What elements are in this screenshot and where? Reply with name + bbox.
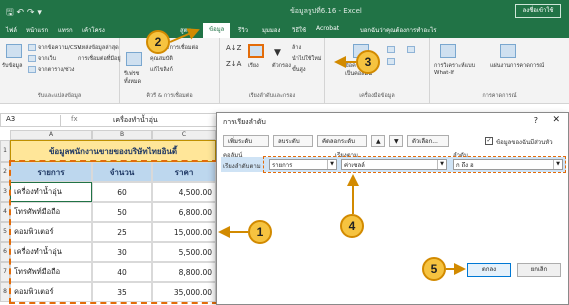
- window-title: ข้อมูลรูปที่6.16 - Excel: [290, 7, 362, 15]
- callout-3: 3: [356, 50, 380, 74]
- move-down-button[interactable]: ▼: [389, 135, 403, 147]
- ribbon-tabs: ไฟล์ หน้าแรก แทรก เค้าโครง สูตร ข้อมูล ร…: [0, 22, 569, 38]
- what-if-button[interactable]: การวิเคราะห์แบบ: [434, 62, 475, 70]
- options-button[interactable]: ตัวเลือก...: [407, 135, 449, 147]
- tab-view[interactable]: มุมมอง: [262, 25, 280, 35]
- get-data-button[interactable]: รับข้อมูล: [2, 62, 23, 70]
- from-text-csv-button[interactable]: จากข้อความ/CSV: [28, 44, 81, 52]
- sign-in-button[interactable]: ลงชื่อเข้าใช้: [515, 4, 561, 18]
- ok-button[interactable]: ตกลง: [467, 263, 511, 277]
- column-header-c[interactable]: C: [152, 130, 216, 140]
- sort-dialog: การเรียงลำดับ ? ✕ เพิ่มระดับ ลบระดับ คัด…: [216, 112, 569, 305]
- tab-data[interactable]: ข้อมูล: [203, 23, 231, 38]
- tab-acrobat[interactable]: Acrobat: [316, 25, 339, 32]
- fx-icon[interactable]: fx: [71, 115, 78, 123]
- cancel-button[interactable]: ยกเลิก: [517, 263, 561, 277]
- refresh-all-button[interactable]: รีเฟรช: [124, 70, 139, 78]
- group-label-data-tools: เครื่องมือข้อมูล: [359, 93, 395, 99]
- tab-home[interactable]: หน้าแรก: [26, 25, 48, 35]
- forecast-sheet-icon[interactable]: [500, 44, 516, 58]
- formula-input[interactable]: เครื่องทำน้ำอุ่น: [113, 115, 158, 126]
- from-table-button[interactable]: จากตาราง/ช่วง: [28, 66, 74, 74]
- has-headers-label: ข้อมูลของฉันมีส่วนหัว: [496, 139, 553, 146]
- properties-button[interactable]: คุณสมบัติ: [150, 55, 173, 63]
- callout-5: 5: [422, 257, 446, 281]
- sort-descending-icon[interactable]: Z↓A: [226, 60, 241, 68]
- tab-tell-me[interactable]: บอกฉันว่าคุณต้องการทำอะไร: [360, 25, 437, 35]
- group-label-get-data: รับและแปลงข้อมูล: [37, 93, 82, 99]
- from-web-button[interactable]: จากเว็บ: [28, 55, 56, 63]
- clear-filter-button[interactable]: ล้าง: [292, 44, 301, 52]
- data-range-highlight: [9, 160, 218, 304]
- move-up-button[interactable]: ▲: [371, 135, 385, 147]
- sort-options-highlight: [263, 156, 566, 173]
- tab-file[interactable]: ไฟล์: [6, 25, 17, 35]
- tab-layout[interactable]: เค้าโครง: [82, 25, 105, 35]
- copy-level-button[interactable]: คัดลอกระดับ: [317, 135, 367, 147]
- forecast-sheet-button[interactable]: แผ่นงานการคาดการณ์: [490, 62, 544, 70]
- close-icon[interactable]: ✕: [552, 115, 560, 125]
- remove-duplicates-icon[interactable]: [387, 58, 397, 65]
- data-validation-icon[interactable]: [407, 46, 417, 53]
- title-bar: 🖫 ↶ ↷ ▾ ข้อมูลรูปที่6.16 - Excel ลงชื่อเ…: [0, 0, 569, 22]
- ribbon-data: รับข้อมูล จากข้อความ/CSV จากเว็บ จากตารา…: [0, 38, 569, 104]
- delete-level-button[interactable]: ลบระดับ: [273, 135, 313, 147]
- name-box[interactable]: A3: [3, 115, 61, 126]
- callout-1: 1: [248, 220, 272, 244]
- edit-links-button[interactable]: แก้ไขลิงก์: [150, 66, 173, 74]
- tab-help[interactable]: วิธีใช้: [292, 25, 306, 35]
- what-if-label: What-If: [434, 70, 454, 76]
- refresh-icon[interactable]: [126, 52, 142, 66]
- tab-insert[interactable]: แทรก: [58, 25, 73, 35]
- column-header-a[interactable]: A: [10, 130, 92, 140]
- has-headers-checkbox[interactable]: ✓: [485, 137, 493, 145]
- get-data-icon[interactable]: [6, 44, 22, 58]
- from-web-label: จากเว็บ: [38, 56, 57, 62]
- ribbon-group-forecast: การวิเคราะห์แบบ What-If แผ่นงานการคาดการ…: [430, 38, 569, 104]
- help-icon[interactable]: ?: [534, 116, 538, 125]
- formula-bar: A3 fx เครื่องทำน้ำอุ่น: [0, 113, 230, 127]
- recent-sources-button[interactable]: แหล่งข้อมูลล่าสุด: [78, 44, 119, 52]
- ribbon-group-sort-filter: A↓Z Z↓A เรียง ▼ ตัวกรอง ล้าง นำไปใช้ใหม่…: [220, 38, 325, 104]
- sort-button[interactable]: เรียง: [248, 62, 259, 70]
- column-header-b[interactable]: B: [92, 130, 152, 140]
- ribbon-group-get-data: รับข้อมูล จากข้อความ/CSV จากเว็บ จากตารา…: [0, 38, 121, 104]
- existing-connections-button[interactable]: การเชื่อมต่อที่มีอยู่: [78, 55, 121, 63]
- sort-by-label: เรียงลำดับตาม: [223, 163, 261, 170]
- sort-ascending-icon[interactable]: A↓Z: [226, 44, 241, 52]
- sort-dialog-icon[interactable]: [248, 44, 264, 58]
- what-if-icon[interactable]: [440, 44, 456, 58]
- advanced-filter-button[interactable]: ขั้นสูง: [292, 66, 306, 74]
- ribbon-group-queries: รีเฟรช ทั้งหมด คิวรีและการเชื่อมต่อ คุณส…: [120, 38, 220, 104]
- row-header-1[interactable]: 1: [0, 140, 10, 162]
- table-icon: [28, 66, 36, 73]
- filter-icon[interactable]: ▼: [274, 48, 281, 58]
- callout-2: 2: [146, 30, 170, 54]
- text-file-icon: [28, 44, 36, 51]
- tab-formulas[interactable]: สูตร: [180, 25, 191, 35]
- filter-button[interactable]: ตัวกรอง: [272, 62, 291, 70]
- sheet-title-cell[interactable]: ข้อมูลพนักงานขายของบริษัทไทยอินดี้: [10, 140, 216, 162]
- callout-4: 4: [340, 214, 364, 238]
- dialog-title: การเรียงลำดับ: [223, 118, 266, 126]
- from-table-label: จากตาราง/ช่วง: [38, 67, 75, 73]
- quick-access-toolbar[interactable]: 🖫 ↶ ↷ ▾: [6, 5, 42, 21]
- group-label-queries: คิวรี & การเชื่อมต่อ: [146, 93, 193, 99]
- refresh-all-label: ทั้งหมด: [124, 79, 142, 85]
- tab-review[interactable]: รีวิว: [238, 25, 248, 35]
- from-text-csv-label: จากข้อความ/CSV: [38, 45, 82, 51]
- flash-fill-icon[interactable]: [387, 46, 397, 53]
- group-label-forecast: การคาดการณ์: [482, 93, 517, 99]
- reapply-button[interactable]: นำไปใช้ใหม่: [292, 55, 321, 63]
- group-label-sort-filter: เรียงลำดับและกรอง: [248, 93, 296, 99]
- ribbon-group-data-tools: ข้อความ เป็นคอลัมน์ เครื่องมือข้อมูล: [325, 38, 430, 104]
- globe-icon: [28, 55, 36, 62]
- add-level-button[interactable]: เพิ่มระดับ: [223, 135, 269, 147]
